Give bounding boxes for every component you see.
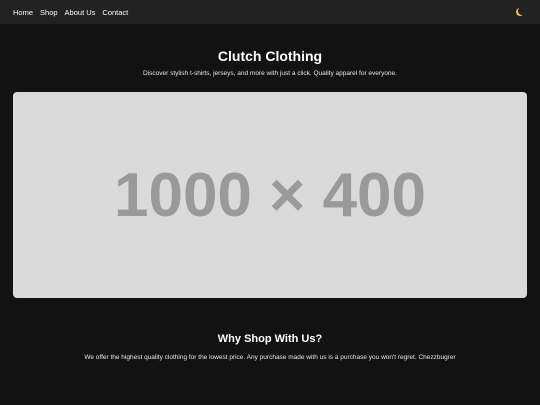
theme-toggle-button[interactable] xyxy=(513,5,527,19)
hero-title: Clutch Clothing xyxy=(217,48,323,64)
moon-icon xyxy=(518,7,526,15)
why-shop-text: We offer the highest quality clothing fo… xyxy=(84,354,456,361)
hero-subtitle: Discover stylish t-shirts, jerseys, and … xyxy=(143,70,397,77)
nav-link-about-us[interactable]: About Us xyxy=(65,8,96,17)
hero-banner-image: 1000 × 400 xyxy=(13,92,527,298)
nav-link-contact[interactable]: Contact xyxy=(102,8,128,17)
banner-placeholder-text: 1000 × 400 xyxy=(113,160,427,230)
why-shop-title: Why Shop With Us? xyxy=(217,333,323,345)
nav-links: Home Shop About Us Contact xyxy=(13,8,128,17)
nav-link-shop[interactable]: Shop xyxy=(40,8,58,17)
nav-link-home[interactable]: Home xyxy=(13,8,33,17)
navbar: Home Shop About Us Contact xyxy=(0,0,540,24)
